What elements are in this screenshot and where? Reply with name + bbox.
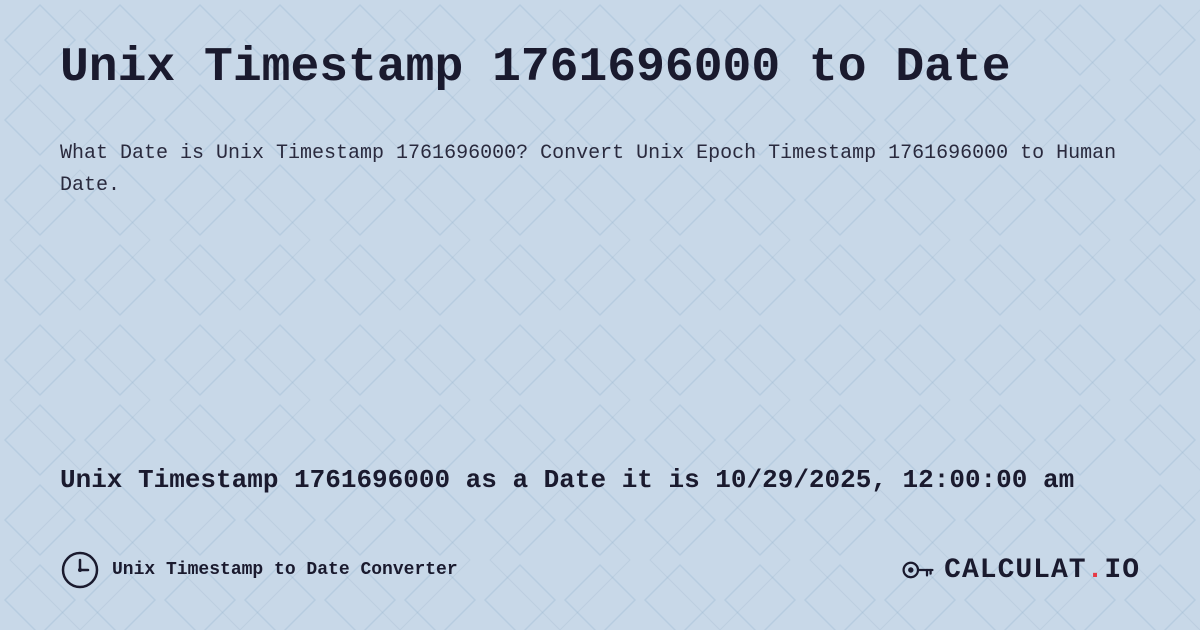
page-description: What Date is Unix Timestamp 1761696000? … bbox=[60, 138, 1140, 202]
page-title: Unix Timestamp 1761696000 to Date bbox=[60, 40, 1140, 98]
logo-text: CALCULAT.IO bbox=[944, 555, 1140, 586]
result-display: Unix Timestamp 1761696000 as a Date it i… bbox=[60, 461, 1140, 500]
clock-icon bbox=[60, 550, 100, 590]
logo-icon bbox=[900, 552, 936, 588]
footer-link-section[interactable]: Unix Timestamp to Date Converter bbox=[60, 550, 458, 590]
footer-link-text[interactable]: Unix Timestamp to Date Converter bbox=[112, 560, 458, 580]
logo-section: CALCULAT.IO bbox=[900, 552, 1140, 588]
logo-dot: . bbox=[1087, 555, 1105, 586]
